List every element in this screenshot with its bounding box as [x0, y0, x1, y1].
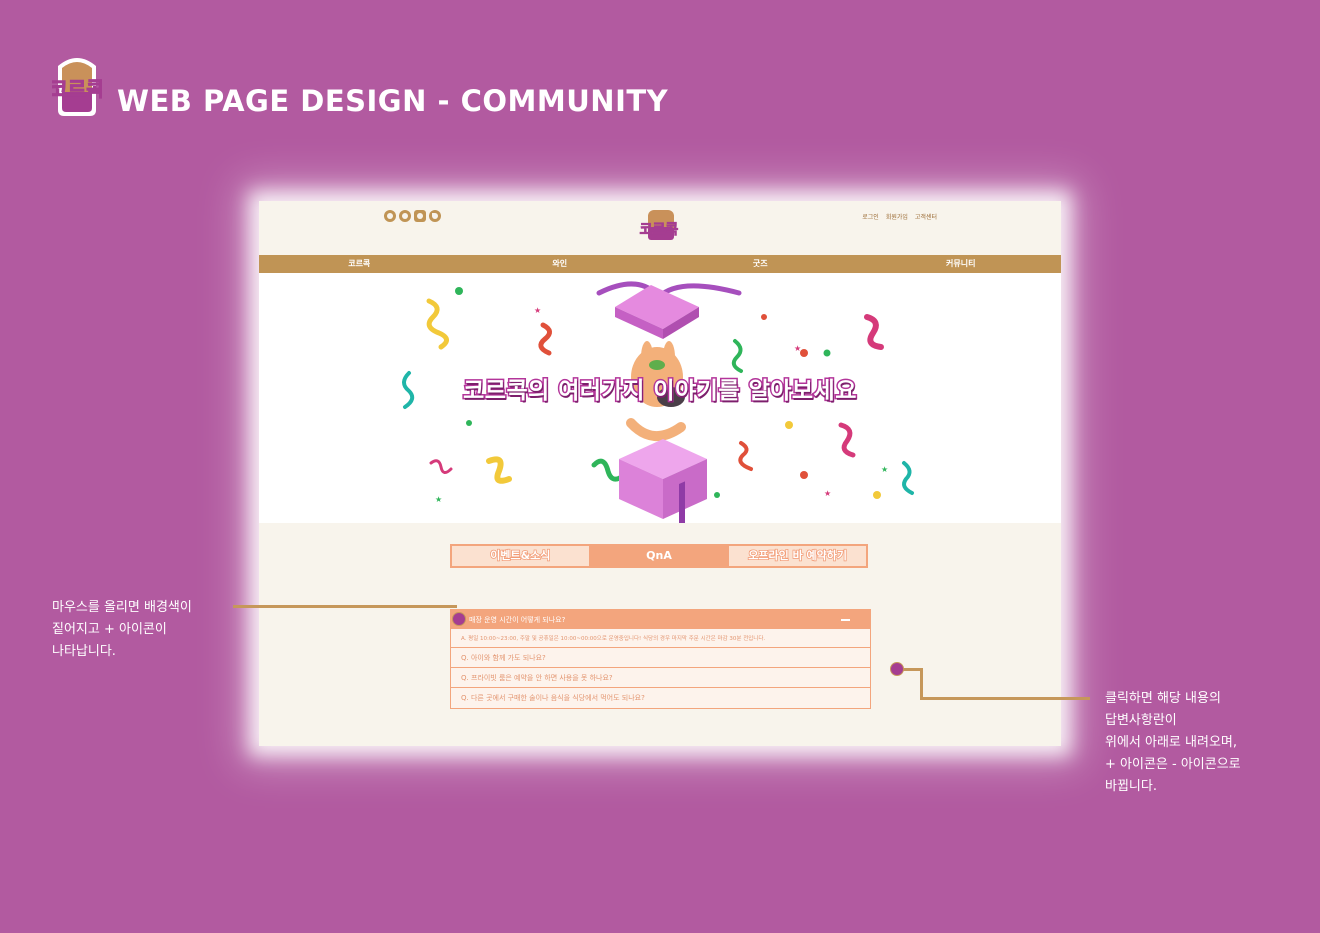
annotation-line: + 아이콘은 - 아이콘으로 — [1105, 757, 1241, 772]
faq-answer-text: A. 평일 10:00~23:00, 주말 및 공휴일은 10:00~00:00… — [461, 636, 766, 642]
faq-question-open[interactable]: 매장 운영 시간이 어떻게 되나요? — [451, 610, 870, 629]
annotation-click: 클릭하면 해당 내용의 답변사항란이 위에서 아래로 내려오며, + 아이콘은 … — [1105, 688, 1241, 798]
annotation-connector — [233, 605, 457, 608]
top-links: 로그인 회원가입 고객센터 — [862, 212, 937, 221]
tab-bar-reservation[interactable]: 오프라인 바 예약하기 — [729, 546, 866, 566]
twitter-icon[interactable] — [429, 210, 441, 222]
facebook-icon[interactable] — [384, 210, 396, 222]
nav-item-goods[interactable]: 굿즈 — [660, 255, 861, 273]
annotation-line: 클릭하면 해당 내용의 — [1105, 691, 1221, 706]
website-mockup: 코르콕 로그인 회원가입 고객센터 코르콕 와인 굿즈 커뮤니티 ★ ★ ★ ★… — [259, 201, 1061, 746]
faq-question-text: 매장 운영 시간이 어떻게 되나요? — [469, 615, 566, 624]
faq-answer: A. 평일 10:00~23:00, 주말 및 공휴일은 10:00~00:00… — [451, 629, 870, 648]
signup-link[interactable]: 회원가입 — [886, 212, 908, 221]
annotation-line: 답변사항란이 — [1105, 713, 1177, 728]
faq-question-text: Q. 다른 곳에서 구매한 술이나 음식을 식당에서 먹어도 되나요? — [461, 694, 645, 702]
main-nav: 코르콕 와인 굿즈 커뮤니티 — [259, 255, 1061, 273]
faq-question[interactable]: Q. 아이와 함께 가도 되나요? — [451, 648, 870, 668]
svg-text:★: ★ — [881, 465, 888, 474]
nav-item-wine[interactable]: 와인 — [460, 255, 661, 273]
tab-events[interactable]: 이벤트&소식 — [452, 546, 591, 566]
annotation-hover: 마우스를 올리면 배경색이 짙어지고 + 아이콘이 나타납니다. — [52, 597, 192, 663]
faq-question-text: Q. 아이와 함께 가도 되나요? — [461, 653, 546, 662]
faq-question[interactable]: Q. 다른 곳에서 구매한 술이나 음식을 식당에서 먹어도 되나요? — [451, 688, 870, 708]
hero-banner: ★ ★ ★ ★ ★ 코르콕의 여러가지 이야기를 알아보세요 — [259, 273, 1061, 523]
annotation-line: 나타납니다. — [52, 644, 116, 659]
hero-title: 코르콕의 여러가지 이야기를 알아보세요 — [462, 377, 858, 406]
svg-text:★: ★ — [435, 495, 442, 504]
annotation-line: 짙어지고 + 아이콘이 — [52, 622, 167, 637]
annotation-line: 마우스를 올리면 배경색이 — [52, 600, 192, 615]
faq-accordion: 매장 운영 시간이 어떻게 되나요? A. 평일 10:00~23:00, 주말… — [450, 609, 871, 709]
annotation-line: 위에서 아래로 내려오며, — [1105, 735, 1237, 750]
support-link[interactable]: 고객센터 — [915, 212, 937, 221]
annotation-line: 바뀝니다. — [1105, 779, 1157, 794]
instagram-icon[interactable] — [399, 210, 411, 222]
annotation-connector — [920, 697, 1090, 700]
annotation-marker — [890, 662, 904, 676]
svg-text:★: ★ — [534, 306, 541, 315]
brand-logo-icon: 코르콕 — [52, 58, 102, 116]
annotation-marker — [452, 612, 466, 626]
faq-question-text: Q. 프라이빗 룸은 예약을 안 하면 사용을 못 하나요? — [461, 673, 613, 682]
brand-logo-text: 코르콕 — [52, 77, 102, 101]
site-logo[interactable]: 코르콕 — [624, 207, 694, 247]
minus-icon[interactable] — [841, 619, 850, 621]
login-link[interactable]: 로그인 — [862, 212, 879, 221]
page-title: WEB PAGE DESIGN - COMMUNITY — [117, 84, 669, 118]
social-links — [384, 210, 441, 222]
site-header: 코르콕 로그인 회원가입 고객센터 — [259, 201, 1061, 255]
youtube-icon[interactable] — [414, 210, 426, 222]
svg-text:★: ★ — [824, 489, 831, 498]
svg-text:★: ★ — [794, 344, 801, 353]
community-tabs: 이벤트&소식 QnA 오프라인 바 예약하기 — [450, 544, 868, 568]
nav-item-community[interactable]: 커뮤니티 — [861, 255, 1062, 273]
nav-item-corkok[interactable]: 코르콕 — [259, 255, 460, 273]
site-logo-text: 코르콕 — [640, 222, 679, 238]
tab-qna[interactable]: QnA — [590, 546, 730, 566]
annotation-connector — [920, 668, 923, 700]
faq-question[interactable]: Q. 프라이빗 룸은 예약을 안 하면 사용을 못 하나요? — [451, 668, 870, 688]
